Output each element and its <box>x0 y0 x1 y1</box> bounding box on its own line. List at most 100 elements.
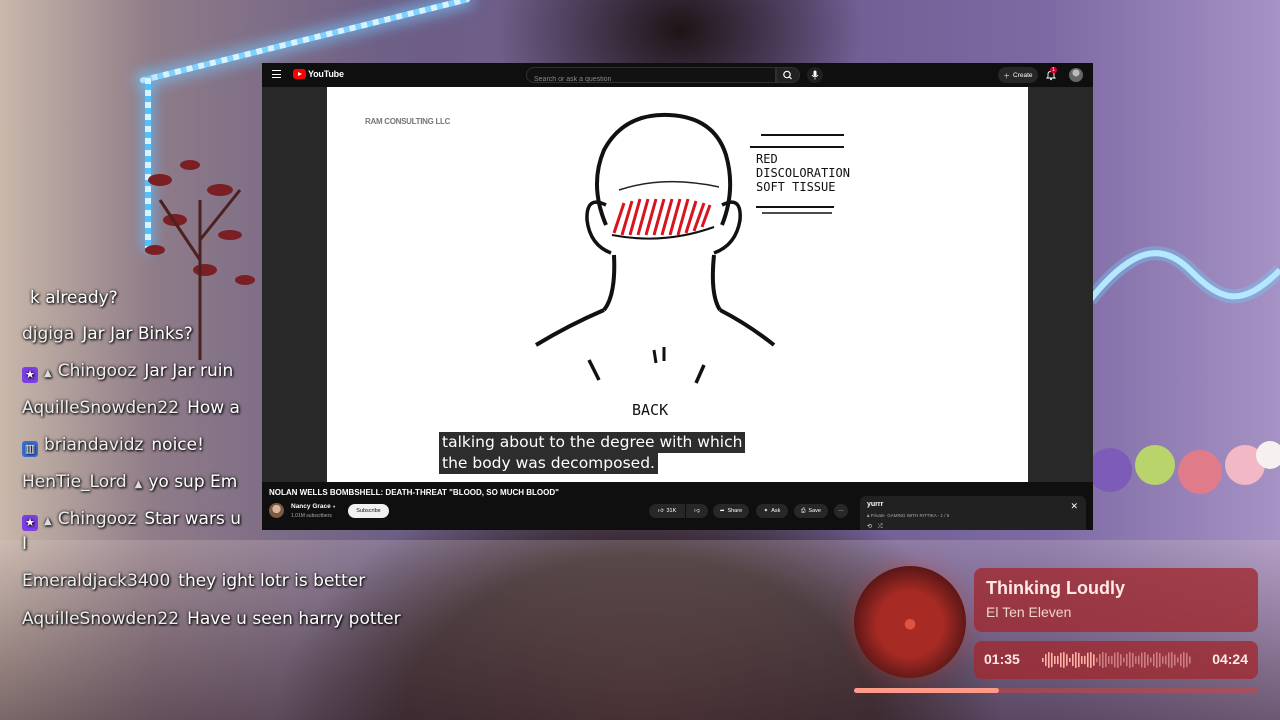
loop-icon[interactable]: ⟲ <box>867 524 872 530</box>
chat-message: AquilleSnowden22 How a <box>22 398 240 418</box>
waveform-bar <box>1051 652 1053 668</box>
waveform-bar <box>1144 652 1146 668</box>
song-title: Thinking Loudly <box>986 578 1125 598</box>
waveform-bar <box>1108 656 1110 664</box>
search-input[interactable] <box>527 72 775 87</box>
waveform-bar <box>1093 654 1095 666</box>
video-frame: RAM CONSULTING LLC RED DISCOLORATION SOF… <box>327 87 1028 482</box>
like-button[interactable]: 👍︎ 31K <box>649 504 685 518</box>
more-actions-button[interactable]: ⋯ <box>834 504 848 518</box>
waveform-bar <box>1180 653 1182 667</box>
video-watermark: RAM CONSULTING LLC <box>365 117 451 126</box>
waveform-bar <box>1084 655 1086 665</box>
annotation-line-2: DISCOLORATION <box>756 166 850 180</box>
chat-message: HenTie_Lord ▲ yo sup Em <box>22 472 238 492</box>
waveform-bar <box>1120 654 1122 666</box>
playlist-title[interactable]: yurrr <box>867 501 883 508</box>
channel-avatar[interactable] <box>269 503 284 518</box>
song-progress-bar[interactable] <box>854 688 1258 693</box>
search-box <box>526 67 776 87</box>
more-horizontal-icon: ⋯ <box>838 508 844 514</box>
waveform-bar <box>1138 655 1140 665</box>
waveform-bar <box>1078 652 1080 668</box>
waveform-bar <box>1096 657 1098 663</box>
search-button[interactable] <box>776 67 800 83</box>
waveform-bar <box>1054 655 1056 665</box>
youtube-window: YouTube ＋ Create 1 <box>262 63 1093 530</box>
notification-count-badge: 1 <box>1050 67 1057 73</box>
waveform-bar <box>1102 652 1104 668</box>
ask-button[interactable]: ✦ Ask <box>756 504 788 518</box>
share-button[interactable]: ➦ Share <box>713 504 749 518</box>
video-caption: talking about to the degree with which t… <box>439 432 759 474</box>
elapsed-time: 01:35 <box>984 651 1020 667</box>
neon-light <box>1090 246 1280 305</box>
waveform-bar <box>1126 653 1128 667</box>
lock-icon: 🔒︎ <box>867 513 870 518</box>
close-icon[interactable]: ✕ <box>1070 501 1078 512</box>
youtube-play-icon <box>293 69 306 79</box>
waveform-bar <box>1168 652 1170 668</box>
channel-name[interactable]: Nancy Grace ● <box>291 503 336 510</box>
chat-message: I <box>22 534 28 554</box>
sparkle-icon: ✦ <box>763 508 769 514</box>
waveform-bar <box>1147 654 1149 666</box>
waveform-bar <box>1090 652 1092 668</box>
chat-message: djgiga Jar Jar Binks? <box>22 324 193 344</box>
voice-search-button[interactable] <box>807 67 823 83</box>
waveform-bar <box>1150 657 1152 663</box>
waveform-bar <box>1045 654 1047 666</box>
bits-badge-icon: ▥ <box>22 441 38 457</box>
youtube-topbar: YouTube ＋ Create 1 <box>262 63 1093 87</box>
waveform-bar <box>1081 656 1083 664</box>
video-info: NOLAN WELLS BOMBSHELL: DEATH-THREAT "BLO… <box>262 482 1093 530</box>
waveform-bar <box>1114 652 1116 668</box>
waveform-bar <box>1087 652 1089 668</box>
waveform-bar <box>1177 657 1179 663</box>
chat-message: AquilleSnowden22 Have u seen harry potter <box>22 609 401 629</box>
video-player[interactable]: RAM CONSULTING LLC RED DISCOLORATION SOF… <box>262 87 1093 482</box>
menu-icon[interactable] <box>272 70 281 78</box>
caption-line-1: talking about to the degree with which <box>439 432 746 453</box>
create-button[interactable]: ＋ Create <box>998 67 1038 83</box>
video-title: NOLAN WELLS BOMBSHELL: DEATH-THREAT "BLO… <box>269 488 559 497</box>
album-art-disc <box>854 566 966 678</box>
waveform-bar <box>1129 652 1131 668</box>
waveform-bar <box>1174 654 1176 666</box>
plus-icon: ＋ <box>1003 73 1010 80</box>
microphone-icon <box>811 70 819 80</box>
waveform-bar <box>1072 654 1074 666</box>
playlist-subtitle: 🔒︎ Private GAMING WITH RITTIKA - 1 / 5 <box>867 513 950 518</box>
audio-waveform <box>1042 652 1191 668</box>
shuffle-icon[interactable]: ⤮ <box>878 524 883 530</box>
plushies <box>1088 441 1280 494</box>
chat-message: ★ ▲ Chingooz Star wars u <box>22 509 241 531</box>
youtube-logo[interactable]: YouTube <box>293 69 344 79</box>
waveform-bar <box>1189 656 1191 664</box>
thumbs-up-icon: 👍︎ <box>657 508 664 514</box>
waveform-bar <box>1066 654 1068 666</box>
waveform-bar <box>1111 655 1113 665</box>
verified-icon: ● <box>332 504 336 510</box>
head-injury-diagram: RED DISCOLORATION SOFT TISSUE BACK <box>474 95 884 440</box>
subscriber-badge-icon: ★ <box>22 367 38 383</box>
waveform-bar <box>1132 652 1134 668</box>
playback-time-bar: 01:35 04:24 <box>974 641 1258 679</box>
chat-message: ▥ briandavidz noice! <box>22 435 204 457</box>
account-avatar[interactable] <box>1069 68 1083 82</box>
waveform-bar <box>1123 657 1125 663</box>
song-artist: El Ten Eleven <box>986 604 1072 620</box>
save-button[interactable]: ⎙ Save <box>794 504 828 518</box>
waveform-bar <box>1060 652 1062 668</box>
waveform-bar <box>1165 655 1167 665</box>
dislike-button[interactable]: 👎︎ <box>686 504 708 518</box>
now-playing-card: Thinking Loudly El Ten Eleven <box>974 568 1258 632</box>
waveform-bar <box>1162 656 1164 664</box>
diagram-label: BACK <box>632 401 668 419</box>
waveform-bar <box>1183 652 1185 668</box>
chat-message: Emeraldjack3400 they ight lotr is better <box>22 571 366 591</box>
subscribe-button[interactable]: Subscribe <box>348 504 389 518</box>
rank-icon: ▲ <box>134 479 143 490</box>
chat-message: k already? <box>30 288 118 308</box>
waveform-bar <box>1141 652 1143 668</box>
